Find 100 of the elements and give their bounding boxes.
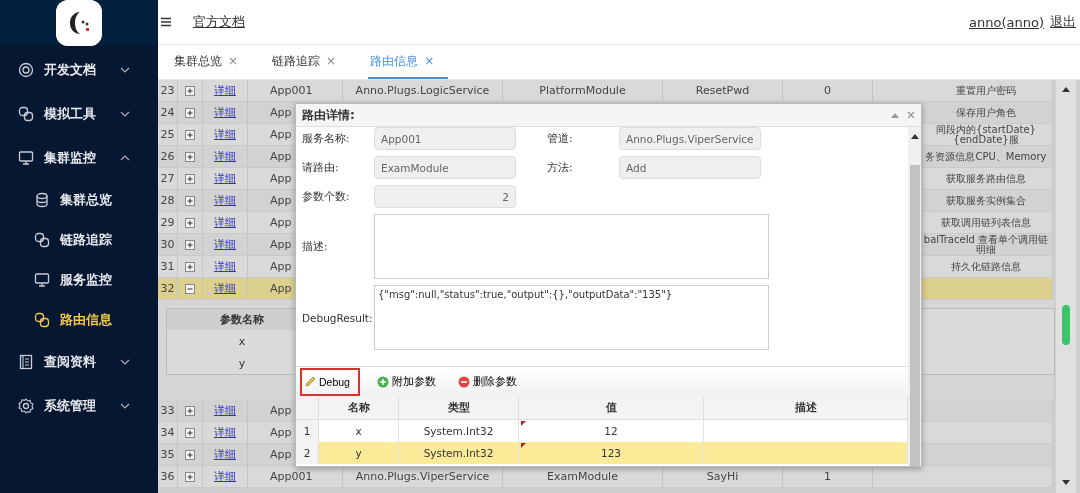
sidebar-subitem-icon	[34, 232, 50, 248]
detail-link[interactable]: 详细	[214, 127, 236, 142]
row-number: 1	[296, 420, 319, 442]
column-header: 名称	[319, 397, 399, 420]
expand-icon[interactable]	[185, 261, 195, 272]
sidebar-subitem[interactable]: 链路追踪	[0, 220, 158, 260]
sidebar-item[interactable]: 开发文档	[0, 48, 158, 92]
table-cell: App	[270, 260, 292, 273]
table-cell: 0	[824, 84, 831, 97]
grid-cell[interactable]: 123	[519, 442, 704, 464]
table-row[interactable]: 36 详细 App001 Anno.Plugs.ViperService ExamModule SayHi 1	[158, 466, 1053, 488]
tab[interactable]: 链路追踪 ×	[270, 45, 351, 79]
chevron-icon	[120, 155, 130, 161]
expand-icon[interactable]	[185, 195, 195, 206]
sidebar-item[interactable]: 模拟工具	[0, 92, 158, 136]
table-cell: Anno.Plugs.ViperService	[355, 470, 490, 483]
expand-icon[interactable]	[185, 217, 195, 228]
scrollbar[interactable]	[908, 127, 921, 466]
menu-icon[interactable]	[161, 17, 171, 27]
collapse-icon[interactable]	[891, 112, 899, 118]
expand-icon[interactable]	[185, 151, 195, 162]
expand-icon[interactable]	[185, 427, 195, 438]
table-cell: App	[270, 150, 292, 163]
chevron-icon	[120, 359, 130, 365]
table-row[interactable]: 23 详细 App001 Anno.Plugs.LogicService PlatformModule ResetPwd 0 重置用户密码	[158, 80, 1053, 102]
table-cell: ResetPwd	[695, 84, 750, 97]
detail-link[interactable]: 详细	[214, 425, 236, 440]
detail-link[interactable]: 详细	[214, 403, 236, 418]
table-cell: App	[270, 404, 292, 417]
add-icon	[376, 376, 389, 388]
toolbar-button[interactable]: 删除参数	[452, 369, 522, 395]
grid-cell[interactable]	[704, 442, 908, 464]
remove-icon	[457, 376, 470, 388]
detail-link[interactable]: 详细	[214, 83, 236, 98]
detail-link[interactable]: 详细	[214, 447, 236, 462]
detail-link[interactable]: 详细	[214, 215, 236, 230]
sidebar-subitem[interactable]: 路由信息	[0, 300, 158, 340]
table-cell: ExamModule	[547, 470, 618, 483]
expand-icon[interactable]	[185, 405, 195, 416]
sidebar-subitem[interactable]: 集群总览	[0, 180, 158, 220]
text-area[interactable]: {"msg":null,"status":true,"output":{},"outputData":"135"}	[374, 285, 769, 350]
table-cell: SayHi	[706, 470, 739, 483]
chevron-icon	[120, 67, 130, 73]
row-number: 26	[158, 146, 178, 167]
table-cell-text: y	[237, 355, 247, 372]
tab[interactable]: 集群总览 ×	[172, 45, 253, 79]
input-field[interactable]: ExamModule	[374, 156, 516, 179]
table-cell: App	[270, 282, 292, 295]
expand-icon[interactable]	[185, 129, 195, 140]
table-cell: App	[270, 448, 292, 461]
expand-icon[interactable]	[185, 107, 195, 118]
expand-icon[interactable]	[185, 173, 195, 184]
detail-link[interactable]: 详细	[214, 149, 236, 164]
sidebar-item[interactable]: 集群监控	[0, 136, 158, 180]
detail-link[interactable]: 详细	[214, 237, 236, 252]
detail-link[interactable]: 详细	[214, 281, 236, 296]
table-cell: 获取调用链列表信息	[941, 217, 1031, 228]
sidebar-subitem-icon	[34, 272, 50, 288]
field-label: 参数个数:	[302, 189, 351, 204]
expand-icon[interactable]	[185, 239, 195, 250]
input-field[interactable]: Anno.Plugs.ViperService	[619, 127, 761, 150]
grid-cell[interactable]: System.Int32	[399, 442, 519, 464]
detail-link[interactable]: 详细	[214, 171, 236, 186]
expand-icon[interactable]	[185, 85, 195, 96]
close-icon[interactable]: ×	[424, 54, 435, 68]
table-cell: 保存用户角色	[956, 107, 1016, 118]
toolbar-button[interactable]: Debug	[300, 368, 360, 396]
table-cell: App	[270, 106, 292, 119]
sidebar-subitem[interactable]: 服务监控	[0, 260, 158, 300]
grid-cell[interactable]: y	[319, 442, 399, 464]
detail-link[interactable]: 详细	[214, 105, 236, 120]
docs-link[interactable]: 官方文档	[193, 13, 245, 31]
sidebar-item-icon	[18, 106, 34, 122]
toolbar-button[interactable]: 附加参数	[371, 369, 441, 395]
expand-icon[interactable]	[185, 471, 195, 482]
close-icon[interactable]: ×	[228, 54, 239, 68]
close-icon[interactable]	[907, 111, 915, 119]
row-number: 31	[158, 256, 178, 277]
sidebar-item[interactable]: 查阅资料	[0, 340, 158, 384]
input-field[interactable]: App001	[374, 127, 516, 150]
detail-link[interactable]: 详细	[214, 469, 236, 484]
scroll-up-icon[interactable]	[910, 133, 919, 139]
table-cell: App	[270, 426, 292, 439]
table-cell: App001	[270, 84, 313, 97]
input-field[interactable]: Add	[619, 156, 761, 179]
table-cell: 1	[824, 470, 831, 483]
chevron-icon	[120, 111, 130, 117]
detail-link[interactable]: 详细	[214, 259, 236, 274]
collapse-icon[interactable]	[185, 283, 195, 294]
expand-icon[interactable]	[185, 449, 195, 460]
close-icon[interactable]: ×	[326, 54, 337, 68]
table-cell: Anno.Plugs.LogicService	[355, 84, 490, 97]
sidebar-item[interactable]: 系统管理	[0, 384, 158, 428]
table-cell-text: balTraceId 查看单个调用链明细	[922, 234, 1050, 255]
user-link[interactable]: anno(anno)	[969, 14, 1044, 30]
logout-link[interactable]: 退出	[1050, 13, 1076, 31]
detail-link[interactable]: 详细	[214, 193, 236, 208]
number-field[interactable]: 2	[374, 185, 516, 208]
sidebar-item-icon	[18, 398, 34, 414]
table-cell: App	[270, 216, 292, 229]
